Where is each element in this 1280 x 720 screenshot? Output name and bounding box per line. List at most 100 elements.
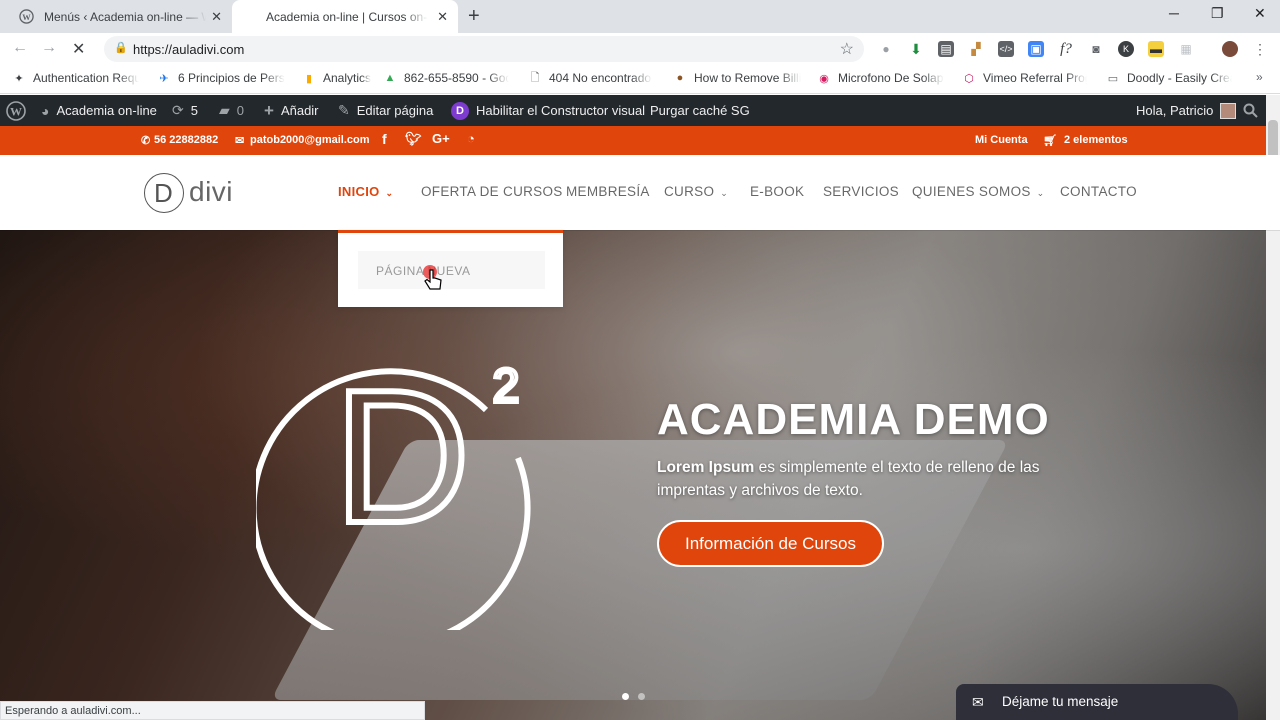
extension-k-icon[interactable]: K (1118, 41, 1134, 57)
bookmark-item[interactable]: ● How to Remove Billin (673, 71, 801, 85)
download-arrow-icon[interactable]: ⬇ (908, 41, 924, 57)
account-greeting[interactable]: Hola, Patricio (1136, 95, 1237, 126)
extension-ruler-icon[interactable]: ▞ (968, 41, 984, 57)
bookmarks-bar: ✦ Authentication Requ ✈ 6 Principios de Pe… (0, 65, 1280, 94)
lock-icon: 🔒 (114, 42, 128, 54)
browser-tab-strip: W Menús ‹ Academia on-line — Wo ✕ Academ… (0, 0, 1280, 33)
menu-item-contacto[interactable]: CONTACTO (1060, 184, 1137, 199)
wordpress-favicon-icon: W (18, 9, 34, 25)
new-tab-icon[interactable]: + (468, 5, 480, 28)
pencil-icon: ✎ (338, 102, 350, 118)
browser-tab-title: Menús ‹ Academia on-line — Wo (44, 9, 206, 24)
google-plus-icon[interactable]: G+ (432, 131, 450, 146)
extension-avatar-icon[interactable]: ● (878, 41, 894, 57)
divi-logo-text[interactable]: divi (189, 176, 233, 208)
hero-logo-superscript: 2 (493, 360, 520, 413)
menu-item-oferta-de-cursos[interactable]: OFERTA DE CURSOS (421, 184, 563, 199)
browser-tab-menus[interactable]: W Menús ‹ Academia on-line — Wo ✕ (0, 0, 232, 33)
bookmark-item[interactable]: ⬡ Vimeo Referral Progr (962, 71, 1087, 85)
chevron-down-icon: ⌄ (1036, 188, 1045, 198)
page-icon: 🗋 (530, 71, 540, 84)
bookmark-item[interactable]: ✦ Authentication Requ (12, 71, 139, 85)
refresh-icon: ⟳ (172, 102, 184, 118)
wordpress-logo-button[interactable]: W (6, 95, 33, 126)
my-account-link[interactable]: Mi Cuenta (975, 134, 1028, 146)
divi-hero-logo: D 2 (256, 348, 531, 630)
menu-item-servicios[interactable]: SERVICIOS (823, 184, 899, 199)
profile-avatar-icon[interactable] (1222, 41, 1238, 57)
svg-text:W: W (22, 12, 31, 22)
browser-tab-title: Academia on-line | Cursos on-line (266, 9, 428, 24)
vimeo-icon: ⬡ (964, 72, 974, 85)
extension-notes-icon[interactable]: ▬ (1148, 41, 1164, 57)
submenu-item-pagina-nueva[interactable]: PÁGINA NUEVA (358, 251, 545, 289)
email-address[interactable]: patob2000@gmail.com (250, 134, 370, 146)
divi-logo-mark[interactable]: D (144, 173, 184, 213)
analytics-icon: ▮ (305, 72, 313, 85)
bookmark-item[interactable]: 🗋 404 No encontrado (528, 71, 652, 85)
bookmark-item[interactable]: ◉ Microfono De Solapa (817, 71, 944, 85)
back-arrow-icon[interactable]: ← (12, 39, 28, 57)
bookmark-item[interactable]: ✈ 6 Principios de Persu (157, 71, 285, 85)
bookmark-item[interactable]: ▮ Analytics (302, 71, 371, 85)
extension-camera-icon[interactable]: ◙ (1088, 41, 1104, 57)
browser-tab-academia[interactable]: Academia on-line | Cursos on-line ✕ (232, 0, 458, 33)
menu-item-e-book[interactable]: E-BOOK (750, 184, 804, 199)
svg-text:W: W (10, 104, 22, 118)
facebook-icon[interactable]: f (382, 131, 387, 147)
bookmark-item[interactable]: ▲ 862-655-8590 - Goo (383, 71, 509, 85)
admin-search-icon[interactable] (1243, 95, 1258, 126)
slider-dot-1[interactable] (622, 693, 629, 700)
hero-title: ACADEMIA DEMO (657, 395, 1050, 444)
user-avatar (1220, 102, 1237, 119)
cart-link[interactable]: 2 elementos (1064, 134, 1128, 146)
site-header: D divi INICIO ⌄ OFERTA DE CURSOS MEMBRESÍ… (0, 155, 1280, 230)
microphone-icon: ◉ (819, 72, 829, 85)
menu-item-quienes-somos[interactable]: QUIENES SOMOS ⌄ (912, 184, 1045, 199)
menu-item-curso[interactable]: CURSO ⌄ (664, 184, 728, 199)
edit-page-link[interactable]: ✎ Editar página (338, 95, 433, 126)
extension-page-icon[interactable]: ▤ (938, 41, 954, 57)
purge-cache-link[interactable]: Purgar caché SG (650, 95, 750, 126)
close-tab-icon[interactable]: ✕ (211, 9, 222, 25)
comments-link[interactable]: ▰ 0 (219, 95, 244, 126)
close-tab-icon[interactable]: ✕ (437, 9, 448, 25)
extension-window-icon[interactable]: ▣ (1028, 41, 1044, 57)
url-text[interactable]: https://auladivi.com (133, 42, 244, 57)
bird-bookmark-icon: ✈ (159, 72, 169, 85)
wordpress-logo-icon: W (6, 100, 26, 121)
twitter-icon[interactable]: 🐦︎ (405, 131, 422, 147)
bookmark-star-icon[interactable]: ☆ (840, 39, 854, 59)
restore-window-icon[interactable]: ❐ (1211, 5, 1224, 22)
forward-arrow-icon[interactable]: → (41, 39, 57, 57)
address-bar[interactable]: 🔒 https://auladivi.com ☆ (104, 36, 864, 62)
add-new-link[interactable]: + Añadir (264, 95, 319, 126)
minimize-window-icon[interactable]: ─ (1169, 5, 1179, 21)
extension-grid-icon[interactable]: ▦ (1178, 41, 1194, 57)
more-bookmarks-icon[interactable]: » (1256, 70, 1263, 84)
phone-number[interactable]: 56 22882882 (154, 134, 218, 146)
google-ads-icon: ▲ (384, 72, 396, 84)
bookmark-item[interactable]: ▭ Doodly - Easily Creat (1106, 71, 1232, 85)
auth-bookmark-icon: ✦ (14, 72, 24, 85)
chat-widget[interactable]: ✉ Déjame tu mensaje (956, 684, 1238, 720)
phone-icon: ✆ (141, 135, 151, 147)
plus-icon: + (264, 100, 274, 120)
menu-item-membresia[interactable]: MEMBRESÍA (566, 184, 650, 199)
cart-icon[interactable]: 🛒︎ (1043, 134, 1057, 147)
extension-code-icon[interactable]: </> (998, 41, 1014, 57)
site-name-link[interactable]: ◕ Academia on-line (41, 95, 157, 126)
menu-item-inicio[interactable]: INICIO ⌄ (338, 184, 393, 199)
rss-icon[interactable]: ◔ (467, 131, 475, 146)
extension-function-icon[interactable]: f? (1058, 41, 1074, 57)
hero-slider: D 2 ACADEMIA DEMO Lorem Ipsum es simplem… (0, 230, 1280, 720)
site-top-bar: ✆ 56 22882882 ✉ patob2000@gmail.com f 🐦︎… (0, 126, 1280, 155)
cursos-info-button[interactable]: Información de Cursos (657, 520, 884, 567)
updates-link[interactable]: ⟳ 5 (172, 95, 198, 126)
enable-visual-builder-link[interactable]: D Habilitar el Constructor visual (451, 95, 645, 126)
stop-loading-icon[interactable]: ✕ (72, 39, 85, 59)
divi-logo-icon: D (451, 101, 469, 120)
close-window-icon[interactable]: ✕ (1254, 5, 1266, 22)
slider-dot-2[interactable] (638, 693, 645, 700)
browser-menu-icon[interactable]: ⋮ (1252, 41, 1268, 57)
